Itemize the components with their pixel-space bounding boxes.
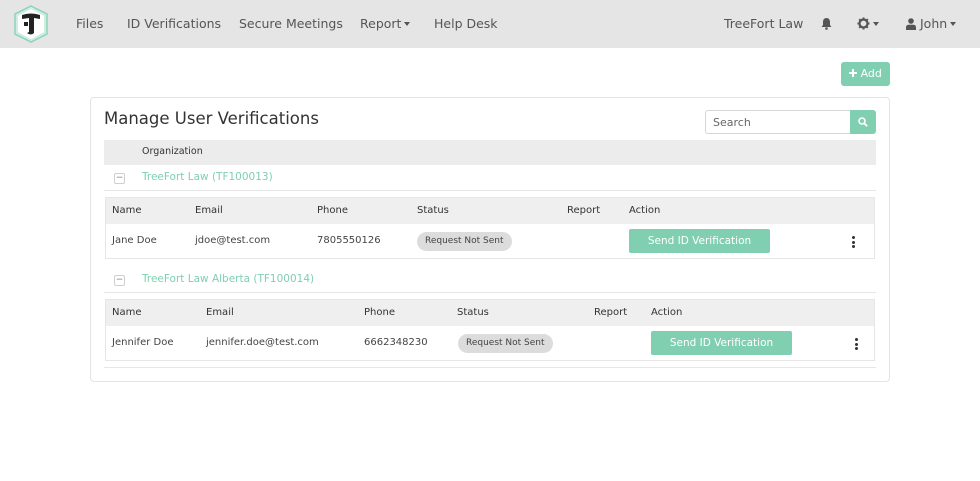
nav-secure-meetings[interactable]: Secure Meetings [239, 16, 343, 31]
settings-dropdown[interactable] [857, 16, 879, 31]
nav-help-desk[interactable]: Help Desk [434, 16, 498, 31]
table-header: Name Email Phone Status Report Action [106, 300, 874, 326]
page-title: Manage User Verifications [104, 109, 319, 128]
cell-email: jdoe@test.com [195, 235, 271, 246]
search-input[interactable] [705, 110, 851, 134]
column-header-phone: Phone [317, 205, 348, 216]
table-header: Name Email Phone Status Report Action [106, 198, 874, 224]
add-button-label: Add [860, 67, 882, 80]
organization-group-label[interactable]: TreeFort Law (TF100013) [142, 171, 273, 183]
status-badge: Request Not Sent [417, 232, 512, 251]
column-header-name: Name [112, 307, 142, 318]
column-header-email: Email [206, 307, 234, 318]
user-name: John [919, 16, 948, 31]
organization-column-header: Organization [104, 140, 876, 165]
collapse-toggle-icon[interactable]: − [114, 275, 125, 286]
bell-icon[interactable] [821, 17, 832, 30]
nav-files[interactable]: Files [76, 16, 103, 31]
collapse-toggle-icon[interactable]: − [114, 173, 125, 184]
column-header-action: Action [629, 205, 661, 216]
search-button[interactable] [850, 110, 876, 134]
column-header-phone: Phone [364, 307, 395, 318]
gear-icon [857, 17, 870, 30]
user-table: Name Email Phone Status Report Action Ja… [105, 197, 875, 259]
nav-report-dropdown[interactable]: Report [360, 16, 411, 31]
column-header-status: Status [457, 307, 489, 318]
add-button[interactable]: Add [841, 62, 890, 86]
organization-group-row[interactable]: − TreeFort Law (TF100013) [104, 165, 876, 191]
plus-icon [849, 69, 858, 77]
chevron-down-icon [404, 21, 411, 26]
organization-name[interactable]: TreeFort Law [724, 16, 803, 31]
send-id-verification-button[interactable]: Send ID Verification [629, 229, 770, 253]
chevron-down-icon [873, 21, 879, 26]
search-icon [858, 117, 868, 127]
column-header-report: Report [594, 307, 628, 318]
column-header-action: Action [651, 307, 683, 318]
send-id-verification-button[interactable]: Send ID Verification [651, 331, 792, 355]
column-header-report: Report [567, 205, 601, 216]
cell-name: Jennifer Doe [112, 337, 174, 348]
cell-email: jennifer.doe@test.com [206, 337, 319, 348]
column-header-name: Name [112, 205, 142, 216]
table-divider [104, 367, 876, 368]
nav-id-verifications[interactable]: ID Verifications [127, 16, 221, 31]
cell-phone: 6662348230 [364, 337, 428, 348]
nav-report-label: Report [360, 16, 402, 31]
treefort-logo-icon[interactable] [13, 5, 49, 43]
organization-group-row[interactable]: − TreeFort Law Alberta (TF100014) [104, 267, 876, 293]
column-header-status: Status [417, 205, 449, 216]
user-menu-dropdown[interactable]: John [906, 16, 957, 31]
cell-phone: 7805550126 [317, 235, 381, 246]
chevron-down-icon [950, 21, 957, 26]
organization-column-label: Organization [142, 146, 203, 157]
user-table: Name Email Phone Status Report Action Je… [105, 299, 875, 361]
status-badge: Request Not Sent [458, 334, 553, 353]
more-options-icon[interactable] [852, 236, 856, 248]
top-navbar: Files ID Verifications Secure Meetings R… [0, 0, 980, 48]
cell-name: Jane Doe [112, 235, 157, 246]
organization-group-label[interactable]: TreeFort Law Alberta (TF100014) [142, 273, 314, 285]
user-icon [906, 17, 916, 30]
column-header-email: Email [195, 205, 223, 216]
more-options-icon[interactable] [855, 338, 859, 350]
